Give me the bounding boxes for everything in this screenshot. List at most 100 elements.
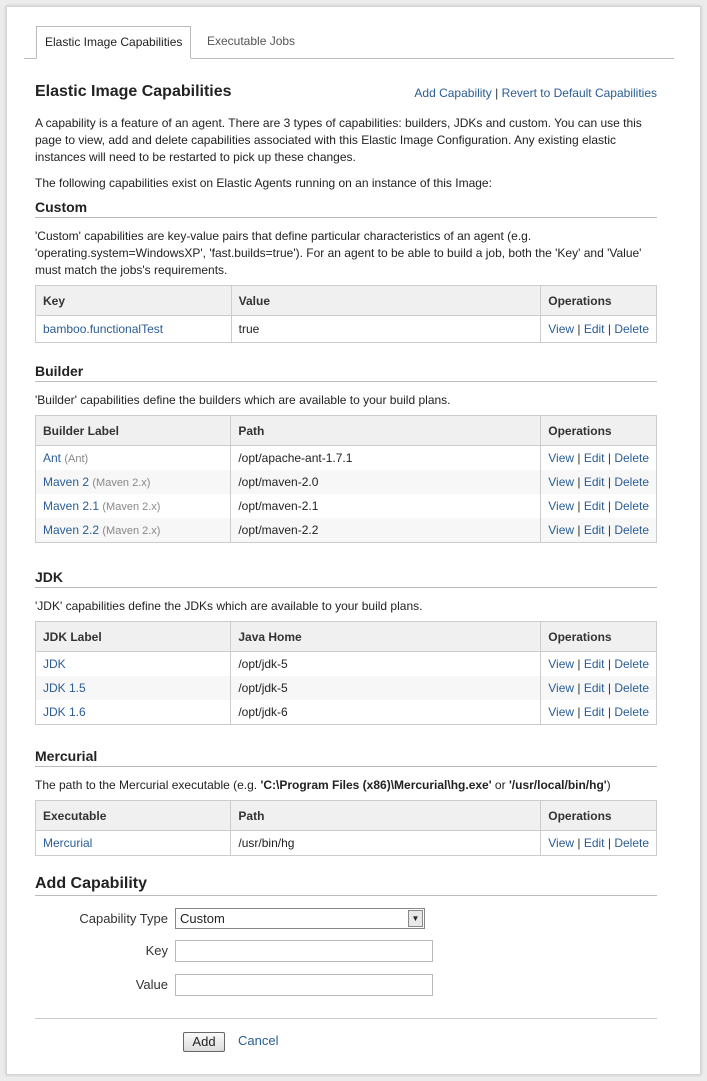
mercurial-link[interactable]: Mercurial xyxy=(43,836,92,850)
capability-type-label: Capability Type xyxy=(79,911,168,926)
edit-link[interactable]: Edit xyxy=(584,523,605,537)
capability-type-select[interactable]: Custom ▼ xyxy=(175,908,425,929)
page-title: Elastic Image Capabilities xyxy=(35,83,232,100)
ops-separator: | xyxy=(574,451,584,465)
delete-link[interactable]: Delete xyxy=(614,451,649,465)
path-cell: /usr/bin/hg xyxy=(230,830,542,856)
java-home-cell: /opt/jdk-6 xyxy=(230,700,542,725)
edit-link[interactable]: Edit xyxy=(584,499,605,513)
chevron-down-icon[interactable]: ▼ xyxy=(408,910,423,927)
desc-example-unix: '/usr/local/bin/hg' xyxy=(508,778,607,792)
edit-link[interactable]: Edit xyxy=(584,475,605,489)
view-link[interactable]: View xyxy=(548,523,574,537)
ops-separator: | xyxy=(574,322,584,336)
jdk-heading: JDK xyxy=(35,569,657,588)
add-capability-link[interactable]: Add Capability xyxy=(414,86,491,100)
operations-cell: View | Edit | Delete xyxy=(540,651,657,676)
table-header-row: Key Value Operations xyxy=(35,285,657,316)
delete-link[interactable]: Delete xyxy=(614,836,649,850)
builder-link[interactable]: Maven 2.1 xyxy=(43,499,99,513)
desc-text: The path to the Mercurial executable (e.… xyxy=(35,778,261,792)
table-header-row: JDK Label Java Home Operations xyxy=(34,621,657,652)
capability-type-value: Custom xyxy=(180,911,225,926)
key-label: Key xyxy=(145,943,168,958)
builder-heading: Builder xyxy=(35,363,657,382)
capability-key-link[interactable]: bamboo.functionalTest xyxy=(43,322,163,336)
builder-label-cell: Maven 2.2 (Maven 2.x) xyxy=(34,518,232,543)
jdk-link[interactable]: JDK 1.5 xyxy=(43,681,86,695)
builder-label-cell: Maven 2 (Maven 2.x) xyxy=(34,470,232,494)
custom-description: 'Custom' capabilities are key-value pair… xyxy=(35,229,642,277)
operations-cell: View | Edit | Delete xyxy=(540,700,657,725)
key-row: Key xyxy=(35,940,657,962)
builder-link[interactable]: Maven 2 xyxy=(43,475,89,489)
ops-separator: | xyxy=(604,523,615,537)
delete-link[interactable]: Delete xyxy=(614,523,649,537)
delete-link[interactable]: Delete xyxy=(614,322,649,336)
builder-link[interactable]: Ant xyxy=(43,451,61,465)
table-row: JDK /opt/jdk-5 View | Edit | Delete xyxy=(34,651,657,676)
jdk-link[interactable]: JDK xyxy=(43,657,66,671)
view-link[interactable]: View xyxy=(548,322,574,336)
value-row: Value xyxy=(35,974,657,996)
ops-separator: | xyxy=(574,657,584,671)
mercurial-table: Executable Path Operations Mercurial /us… xyxy=(34,800,657,856)
view-link[interactable]: View xyxy=(548,836,574,850)
value-input[interactable] xyxy=(175,974,433,996)
jdk-description: 'JDK' capabilities define the JDKs which… xyxy=(35,599,423,613)
view-link[interactable]: View xyxy=(548,499,574,513)
executable-cell: Mercurial xyxy=(34,830,232,856)
add-button[interactable]: Add xyxy=(183,1032,225,1052)
custom-section: Custom 'Custom' capabilities are key-val… xyxy=(35,199,657,343)
table-header-row: Builder Label Path Operations xyxy=(34,415,657,446)
tab-bar: Elastic Image Capabilities Executable Jo… xyxy=(24,26,674,59)
view-link[interactable]: View xyxy=(548,475,574,489)
cancel-link[interactable]: Cancel xyxy=(238,1033,278,1048)
column-header: Key xyxy=(35,285,232,316)
add-capability-form: Add Capability xyxy=(35,875,657,896)
mercurial-heading: Mercurial xyxy=(35,748,657,767)
ops-separator: | xyxy=(604,836,615,850)
tab-elastic-image-capabilities[interactable]: Elastic Image Capabilities xyxy=(36,26,192,59)
builder-type: (Maven 2.x) xyxy=(92,477,151,489)
mercurial-section: Mercurial The path to the Mercurial exec… xyxy=(34,748,657,856)
desc-text: ) xyxy=(606,778,611,792)
delete-link[interactable]: Delete xyxy=(614,475,649,489)
ops-separator: | xyxy=(604,499,615,513)
operations-cell: View | Edit | Delete xyxy=(540,676,657,700)
view-link[interactable]: View xyxy=(548,451,574,465)
path-cell: /opt/maven-2.2 xyxy=(230,518,542,543)
edit-link[interactable]: Edit xyxy=(584,322,605,336)
column-header: Path xyxy=(230,415,542,446)
key-input[interactable] xyxy=(175,940,433,962)
edit-link[interactable]: Edit xyxy=(584,705,605,719)
view-link[interactable]: View xyxy=(548,681,574,695)
view-link[interactable]: View xyxy=(548,705,574,719)
jdk-link[interactable]: JDK 1.6 xyxy=(43,705,86,719)
edit-link[interactable]: Edit xyxy=(584,657,605,671)
ops-separator: | xyxy=(574,681,584,695)
operations-cell: View | Edit | Delete xyxy=(540,494,657,518)
column-header: JDK Label xyxy=(34,621,232,652)
delete-link[interactable]: Delete xyxy=(614,499,649,513)
ops-separator: | xyxy=(604,681,615,695)
delete-link[interactable]: Delete xyxy=(614,657,649,671)
edit-link[interactable]: Edit xyxy=(584,681,605,695)
link-separator: | xyxy=(491,86,502,100)
ops-separator: | xyxy=(604,322,615,336)
table-row: Mercurial /usr/bin/hg View | Edit | Dele… xyxy=(34,830,657,856)
builder-link[interactable]: Maven 2.2 xyxy=(43,523,99,537)
edit-link[interactable]: Edit xyxy=(584,451,605,465)
tab-executable-jobs[interactable]: Executable Jobs xyxy=(199,26,303,57)
view-link[interactable]: View xyxy=(548,657,574,671)
table-row: Ant (Ant) /opt/apache-ant-1.7.1 View | E… xyxy=(34,445,657,470)
ops-separator: | xyxy=(574,475,584,489)
ops-separator: | xyxy=(574,499,584,513)
edit-link[interactable]: Edit xyxy=(584,836,605,850)
delete-link[interactable]: Delete xyxy=(614,705,649,719)
jdk-section: JDK 'JDK' capabilities define the JDKs w… xyxy=(34,569,657,725)
ops-separator: | xyxy=(574,523,584,537)
delete-link[interactable]: Delete xyxy=(614,681,649,695)
revert-default-capabilities-link[interactable]: Revert to Default Capabilities xyxy=(502,86,657,100)
column-header: Java Home xyxy=(230,621,542,652)
